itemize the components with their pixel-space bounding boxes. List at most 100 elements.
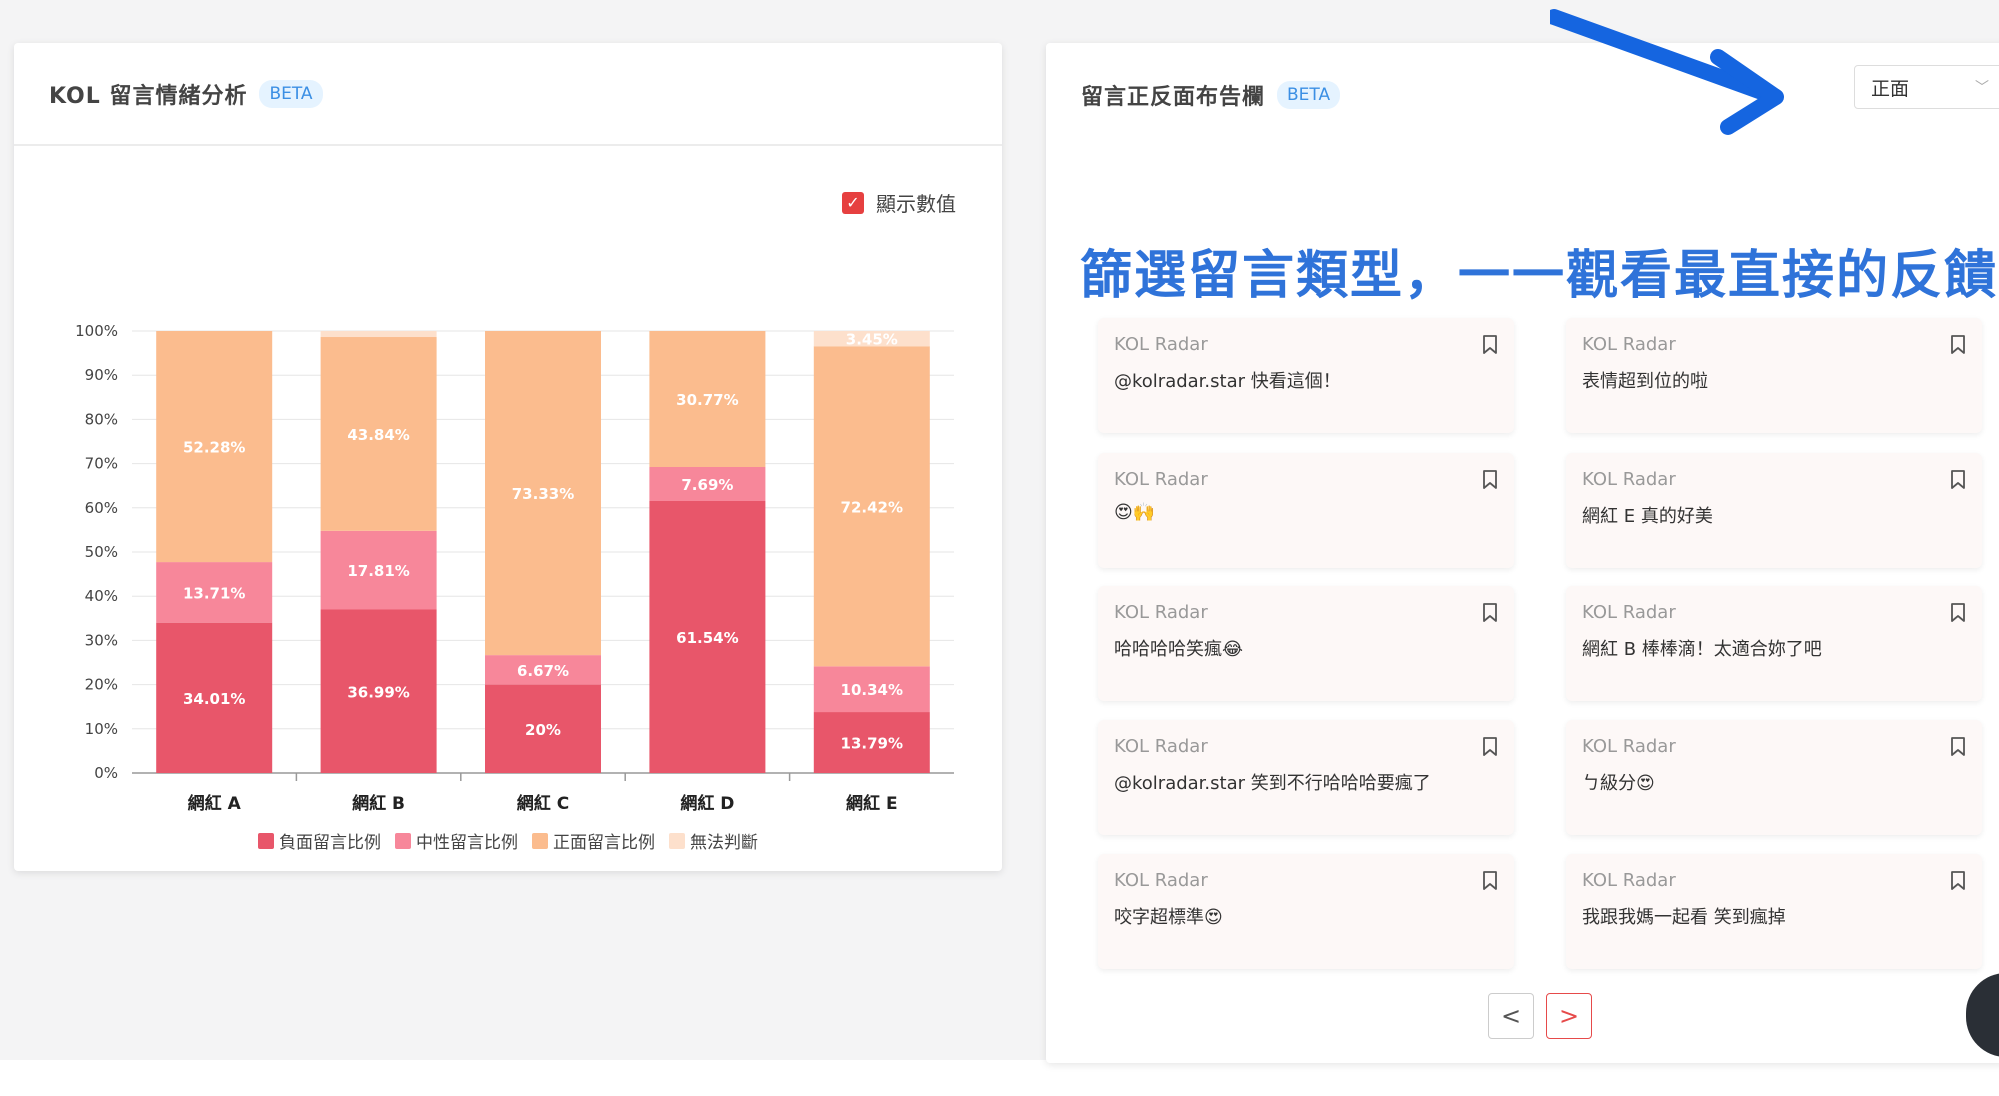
comment-author: KOL Radar bbox=[1114, 736, 1208, 757]
comment-author: KOL Radar bbox=[1114, 334, 1208, 355]
comment-author: KOL Radar bbox=[1114, 469, 1208, 490]
comment-text: 我跟我媽一起看 笑到瘋掉 bbox=[1582, 907, 1786, 928]
beta-badge: BETA bbox=[1277, 80, 1341, 109]
y-tick-label: 50% bbox=[85, 543, 118, 561]
comment-text: @kolradar.star 笑到不行哈哈哈要瘋了 bbox=[1114, 773, 1431, 794]
comment-text: 網紅 E 真的好美 bbox=[1582, 506, 1713, 527]
bar-value-label: 13.79% bbox=[841, 735, 903, 753]
x-category-label: 網紅 E bbox=[846, 793, 898, 813]
bar-value-label: 72.42% bbox=[841, 498, 903, 516]
bookmark-icon[interactable] bbox=[1950, 871, 1966, 891]
comment-card[interactable]: KOL Radar 😍🙌 bbox=[1098, 453, 1514, 568]
bookmark-icon[interactable] bbox=[1950, 737, 1966, 757]
comment-author: KOL Radar bbox=[1582, 602, 1676, 623]
legend-swatch bbox=[669, 832, 685, 849]
y-tick-label: 40% bbox=[85, 587, 118, 605]
bar-value-label: 73.33% bbox=[512, 485, 574, 503]
bar-value-label: 10.34% bbox=[841, 681, 903, 699]
next-page-button[interactable]: > bbox=[1546, 993, 1592, 1039]
comment-card[interactable]: KOL Radar 我跟我媽一起看 笑到瘋掉 bbox=[1566, 854, 1982, 969]
bookmark-icon[interactable] bbox=[1950, 335, 1966, 355]
bar-value-label: 61.54% bbox=[676, 629, 738, 647]
legend-label: 無法判斷 bbox=[690, 833, 758, 853]
comment-card[interactable]: KOL Radar 網紅 E 真的好美 bbox=[1566, 453, 1982, 568]
filter-value: 正面 bbox=[1871, 77, 1910, 100]
legend-swatch bbox=[532, 832, 548, 849]
legend-swatch bbox=[258, 832, 274, 849]
comment-author: KOL Radar bbox=[1582, 870, 1676, 891]
comment-text: ㄅ級分😍 bbox=[1582, 773, 1655, 794]
comment-card[interactable]: KOL Radar ㄅ級分😍 bbox=[1566, 720, 1982, 835]
beta-badge: BETA bbox=[259, 79, 323, 108]
bar-value-label: 6.67% bbox=[517, 662, 569, 680]
comment-text: 咬字超標準😍 bbox=[1114, 907, 1223, 928]
bookmark-icon[interactable] bbox=[1482, 737, 1498, 757]
card-title: KOL 留言情緒分析 bbox=[49, 83, 248, 109]
prev-page-button[interactable]: < bbox=[1488, 993, 1534, 1039]
x-category-label: 網紅 C bbox=[517, 793, 569, 813]
comment-text: 網紅 B 棒棒滴！太適合妳了吧 bbox=[1582, 639, 1822, 660]
bookmark-icon[interactable] bbox=[1482, 871, 1498, 891]
y-tick-label: 100% bbox=[75, 322, 118, 340]
y-tick-label: 10% bbox=[85, 720, 118, 738]
bar-value-label: 34.01% bbox=[183, 690, 245, 708]
bookmark-icon[interactable] bbox=[1950, 603, 1966, 623]
bookmark-icon[interactable] bbox=[1482, 470, 1498, 490]
legend-label: 負面留言比例 bbox=[279, 833, 381, 853]
legend-swatch bbox=[395, 832, 411, 849]
bar-value-label: 3.45% bbox=[846, 331, 898, 349]
bar-value-label: 17.81% bbox=[347, 562, 409, 580]
comment-author: KOL Radar bbox=[1582, 736, 1676, 757]
card-header: KOL 留言情緒分析 BETA bbox=[14, 43, 1002, 146]
comment-card[interactable]: KOL Radar 網紅 B 棒棒滴！太適合妳了吧 bbox=[1566, 586, 1982, 701]
legend-label: 正面留言比例 bbox=[553, 833, 655, 853]
x-category-label: 網紅 A bbox=[188, 793, 242, 813]
bar-value-label: 43.84% bbox=[347, 426, 409, 444]
comment-card[interactable]: KOL Radar 咬字超標準😍 bbox=[1098, 854, 1514, 969]
comment-text: @kolradar.star 快看這個！ bbox=[1114, 371, 1341, 392]
bar-value-label: 52.28% bbox=[183, 439, 245, 457]
comment-text: 😍🙌 bbox=[1114, 502, 1156, 523]
comment-author: KOL Radar bbox=[1582, 334, 1676, 355]
comment-text: 哈哈哈哈笑瘋😂 bbox=[1114, 639, 1244, 660]
bar-value-label: 30.77% bbox=[676, 391, 738, 409]
legend-item[interactable]: 中性留言比例 bbox=[395, 828, 518, 853]
bookmark-icon[interactable] bbox=[1950, 470, 1966, 490]
y-tick-label: 30% bbox=[85, 631, 118, 649]
bar-segment bbox=[320, 331, 437, 338]
comment-card[interactable]: KOL Radar @kolradar.star 快看這個！ bbox=[1098, 318, 1514, 433]
comment-card[interactable]: KOL Radar @kolradar.star 笑到不行哈哈哈要瘋了 bbox=[1098, 720, 1514, 835]
show-values-toggle[interactable]: ✓ 顯示數值 bbox=[842, 188, 956, 217]
bookmark-icon[interactable] bbox=[1482, 335, 1498, 355]
legend-item[interactable]: 無法判斷 bbox=[669, 828, 758, 853]
show-values-label: 顯示數值 bbox=[876, 192, 956, 216]
comment-text: 表情超到位的啦 bbox=[1582, 371, 1708, 392]
card-title: 留言正反面布告欄 bbox=[1081, 84, 1266, 110]
x-category-label: 網紅 D bbox=[680, 793, 734, 813]
y-tick-label: 0% bbox=[94, 764, 118, 782]
sentiment-filter-select[interactable]: 正面 ﹀ bbox=[1854, 65, 1999, 109]
comment-author: KOL Radar bbox=[1114, 870, 1208, 891]
y-tick-label: 20% bbox=[85, 676, 118, 694]
floating-action-button[interactable] bbox=[1966, 973, 1999, 1057]
bar-value-label: 7.69% bbox=[681, 476, 733, 494]
stacked-bar-chart: 0% 10% 20% 30% 40% 50% 60% 70% 80% 90% 100% 34.01% 1… bbox=[75, 322, 954, 813]
legend-item[interactable]: 正面留言比例 bbox=[532, 828, 655, 853]
legend-item[interactable]: 負面留言比例 bbox=[258, 828, 381, 853]
legend-label: 中性留言比例 bbox=[416, 833, 518, 853]
y-tick-label: 70% bbox=[85, 455, 118, 473]
comment-author: KOL Radar bbox=[1114, 602, 1208, 623]
chart-legend: 負面留言比例 中性留言比例 正面留言比例 無法判斷 bbox=[14, 828, 1002, 853]
annotation-arrow bbox=[1550, 9, 1784, 135]
bookmark-icon[interactable] bbox=[1482, 603, 1498, 623]
bar-value-label: 20% bbox=[525, 721, 561, 739]
bar-value-label: 13.71% bbox=[183, 584, 245, 602]
chevron-down-icon: ﹀ bbox=[1975, 80, 1989, 96]
comment-card[interactable]: KOL Radar 哈哈哈哈笑瘋😂 bbox=[1098, 586, 1514, 701]
bottom-bar bbox=[0, 1060, 1999, 1096]
check-icon[interactable]: ✓ bbox=[842, 191, 864, 214]
y-tick-label: 90% bbox=[85, 366, 118, 384]
banner-text: 篩選留言類型，一一觀看最直接的反饋 bbox=[1080, 246, 1999, 306]
bar-value-label: 36.99% bbox=[347, 683, 409, 701]
comment-card[interactable]: KOL Radar 表情超到位的啦 bbox=[1566, 318, 1982, 433]
